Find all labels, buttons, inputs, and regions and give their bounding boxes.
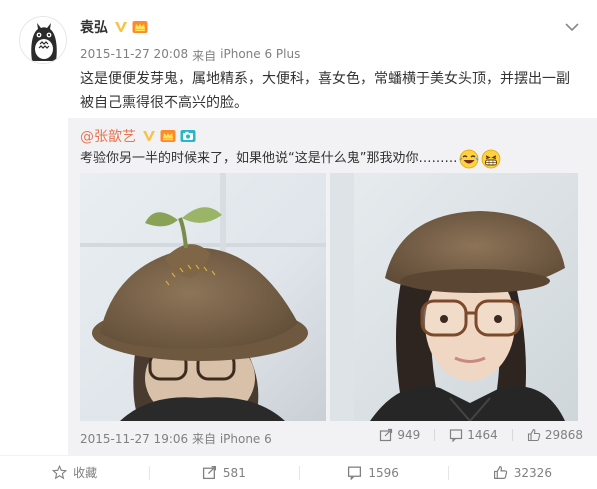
author-name[interactable]: 袁弘	[80, 17, 108, 37]
comment-icon	[450, 429, 463, 442]
post-meta: 2015-11-27 20:08 来自 iPhone 6 Plus	[80, 47, 300, 64]
repost-comment-button[interactable]: 1464	[449, 428, 498, 442]
repost-text: 考验你另一半的时候来了，如果他说“这是什么鬼”那我劝你………	[80, 151, 458, 166]
post-action-bar: 收藏 581 1596 32326	[0, 455, 597, 489]
repost-footer: 2015-11-27 19:06 来自 iPhone 6 949 1464 29…	[80, 428, 583, 448]
comment-icon	[348, 466, 362, 480]
post-device[interactable]: iPhone 6 Plus	[220, 47, 300, 64]
laugh-emoji-icon	[459, 149, 479, 169]
like-icon	[527, 428, 541, 442]
source-prefix: 来自	[192, 49, 217, 63]
weibo-post-card: 袁弘 2015-11-27 20:08 来自 iPhone 6 Plus 这是便…	[0, 0, 597, 489]
repost-author-row: @张歆艺	[80, 126, 196, 146]
avatar[interactable]	[19, 16, 67, 64]
mannequin-hat-photo	[80, 173, 326, 421]
verified-v-icon	[115, 22, 127, 32]
favorite-button[interactable]: 收藏	[0, 456, 149, 489]
post-photo-2[interactable]	[330, 173, 578, 421]
repost-time-value[interactable]: 2015-11-27 19:06	[80, 432, 188, 446]
star-icon	[52, 465, 68, 480]
repost-button[interactable]: 581	[149, 456, 298, 489]
post-timestamp[interactable]: 2015-11-27 20:08	[80, 47, 188, 64]
grin-emoji-icon	[482, 149, 501, 169]
repost-icon	[380, 428, 393, 442]
vip-crown-icon[interactable]	[132, 20, 148, 34]
repost-device[interactable]: iPhone 6	[220, 432, 272, 446]
repost-author-name[interactable]: @张歆艺	[80, 126, 136, 146]
verified-v-icon	[143, 131, 155, 141]
repost-text-row: 考验你另一半的时候来了，如果他说“这是什么鬼”那我劝你………	[80, 149, 580, 169]
divider	[511, 429, 513, 441]
chevron-down-icon	[565, 23, 579, 32]
repost-actions: 949 1464 29868	[379, 428, 583, 442]
author-row: 袁弘	[80, 15, 148, 39]
repost-comment-count: 1464	[467, 428, 498, 442]
favorite-label: 收藏	[73, 466, 98, 480]
post-photo-1[interactable]	[80, 173, 326, 421]
repost-timestamp: 2015-11-27 19:06 来自 iPhone 6	[80, 430, 272, 447]
comment-count: 1596	[368, 465, 399, 480]
repost-like-count: 29868	[544, 428, 583, 442]
totoro-avatar-icon	[20, 17, 66, 63]
like-icon	[493, 466, 507, 479]
repost-repost-count: 949	[397, 428, 421, 442]
like-button[interactable]: 32326	[447, 456, 597, 489]
repost-like-button[interactable]: 29868	[527, 428, 583, 442]
post-text: 这是便便发芽鬼，属地精系，大便科，喜女色，常蟠横于美女头顶，并摆出一副被自己熏得…	[80, 71, 570, 111]
like-count: 32326	[513, 465, 552, 480]
vip-crown-icon[interactable]	[160, 129, 176, 143]
repost-repost-button[interactable]: 949	[379, 428, 420, 442]
camera-icon[interactable]	[180, 129, 196, 143]
repost-icon	[202, 465, 216, 480]
divider	[434, 429, 436, 441]
more-options-chevron[interactable]	[563, 18, 581, 32]
repost-count: 581	[222, 465, 246, 480]
repost-source-prefix: 来自	[191, 431, 216, 446]
selfie-photo	[330, 173, 578, 421]
repost-block[interactable]: @张歆艺 考验你另一半的时候来了，如果他说“这是什么鬼”那我劝你……… 2015…	[68, 118, 597, 455]
comment-button[interactable]: 1596	[298, 456, 448, 489]
